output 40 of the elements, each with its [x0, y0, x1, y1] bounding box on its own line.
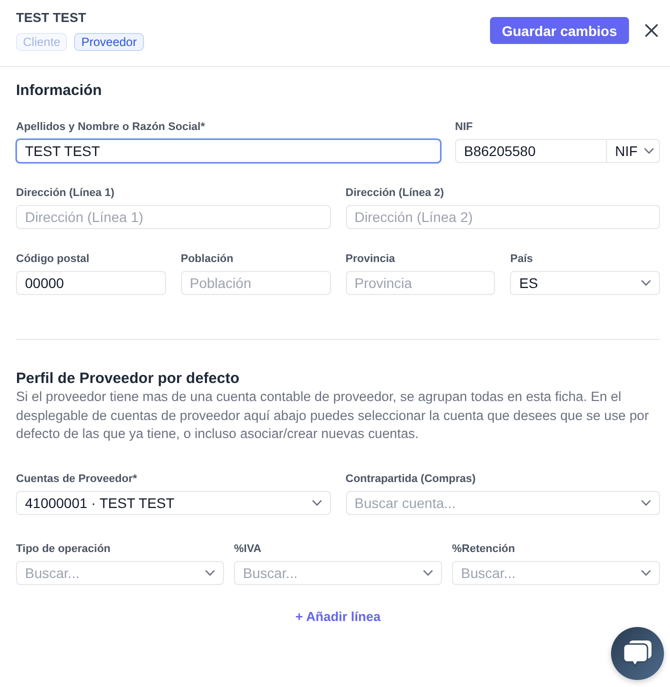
- text-field[interactable]: TEST TEST: [16, 139, 441, 163]
- chevron-down-icon: [423, 570, 433, 576]
- section-title: Información: [16, 82, 102, 100]
- field-label: %IVA: [234, 542, 262, 556]
- field-label: Código postal: [16, 253, 90, 266]
- chat-bubbles-icon: [623, 640, 652, 667]
- dropdown[interactable]: ES: [510, 271, 660, 295]
- field-label: Provincia: [346, 253, 396, 266]
- chevron-down-icon: [641, 500, 651, 506]
- field-label: Dirección (Línea 1): [16, 187, 114, 200]
- section-description: Si el proveedor tiene mas de una cuenta contable de proveedor, se agrupan todas en esta ficha. En el desplegable de cuentas de proveedor aquí abajo puedes seleccionar la cuenta que desees que se use por defecto de las que ya tiene, o incluso asociar/crear nuevas cuentas.: [16, 388, 650, 443]
- chat-button[interactable]: [611, 627, 664, 680]
- save-changes-button[interactable]: Guardar cambios: [490, 17, 629, 44]
- section-title: Perfil de Proveedor por defecto: [16, 370, 240, 388]
- field-label: Tipo de operación: [16, 542, 111, 556]
- field-label: %Retención: [452, 542, 515, 556]
- dropdown[interactable]: 41000001 · TEST TEST: [16, 490, 330, 514]
- text-field[interactable]: 00000: [16, 271, 166, 295]
- text-field[interactable]: Población: [180, 271, 330, 295]
- chevron-down-icon: [644, 148, 654, 154]
- field-label: Apellidos y Nombre o Razón Social*: [16, 121, 205, 134]
- add-line-link[interactable]: + Añadir línea: [295, 608, 381, 624]
- chevron-down-icon: [312, 500, 322, 506]
- contact-type-tag[interactable]: Proveedor: [74, 33, 144, 51]
- contact-name-title: TEST TEST: [16, 10, 86, 25]
- field-label: Población: [180, 253, 234, 266]
- field-label: NIF: [455, 121, 473, 134]
- field-label: Cuentas de Proveedor*: [16, 472, 138, 486]
- chevron-down-icon: [205, 570, 215, 576]
- field-label: Dirección (Línea 2): [346, 187, 444, 200]
- close-icon[interactable]: [645, 24, 658, 37]
- chevron-down-icon: [641, 570, 651, 576]
- text-field[interactable]: B86205580: [455, 139, 607, 163]
- id-type-dropdown[interactable]: NIF: [607, 139, 660, 163]
- text-field[interactable]: Dirección (Línea 1): [16, 205, 330, 229]
- field-label: País: [510, 253, 533, 266]
- field-label: Contrapartida (Compras): [346, 472, 476, 486]
- chevron-down-icon: [641, 280, 651, 286]
- text-field[interactable]: Provincia: [346, 271, 496, 295]
- text-field[interactable]: Dirección (Línea 2): [346, 205, 660, 229]
